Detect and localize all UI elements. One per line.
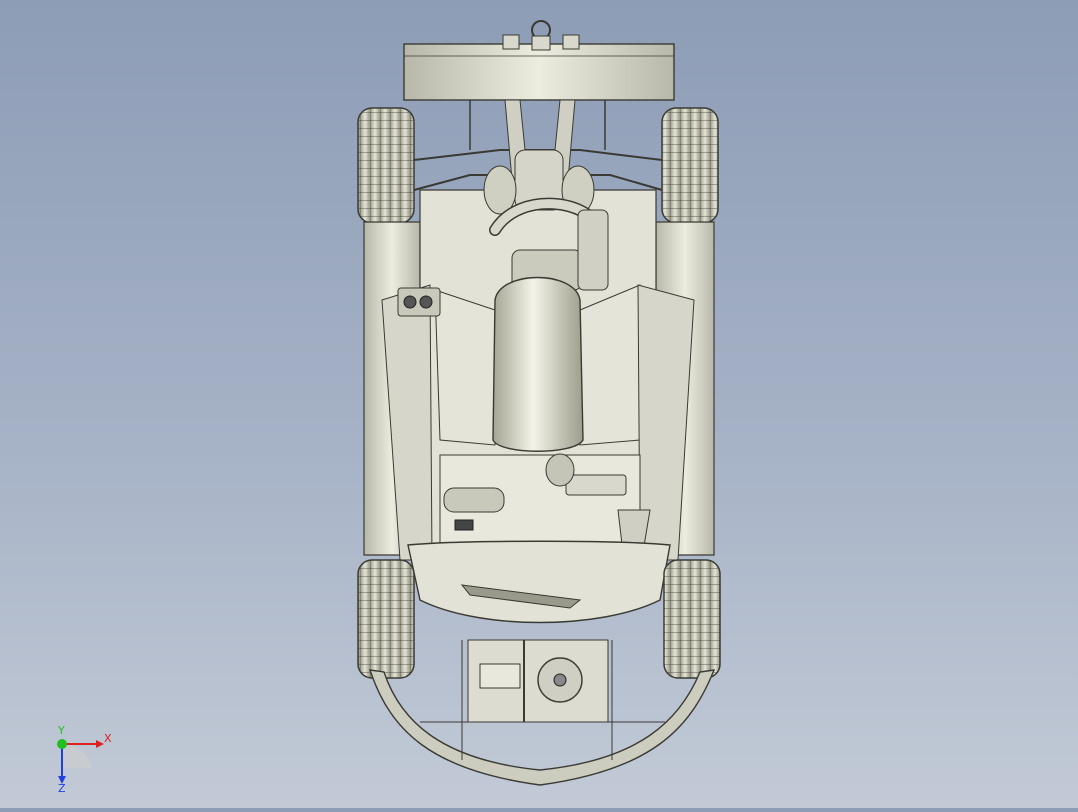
y-axis-dot [57, 739, 67, 749]
front-right-tire [663, 559, 721, 679]
rear-wing [403, 20, 675, 101]
rear-left-tire [357, 107, 415, 224]
front-left-tire [357, 559, 415, 679]
front-bumper [368, 639, 716, 786]
seat-panel [434, 276, 641, 452]
front-plate [407, 540, 671, 624]
z-axis-label: Z [58, 782, 66, 795]
y-axis-label: Y [58, 724, 65, 737]
cad-viewport[interactable]: X Y Z [0, 0, 1078, 808]
rear-right-tire [661, 107, 719, 224]
x-axis-label: X [104, 732, 112, 745]
triad-plane [62, 743, 92, 768]
axis-triad: X Y Z [48, 724, 128, 798]
x-axis-arrow [96, 740, 104, 748]
kart-model[interactable] [0, 0, 1078, 808]
